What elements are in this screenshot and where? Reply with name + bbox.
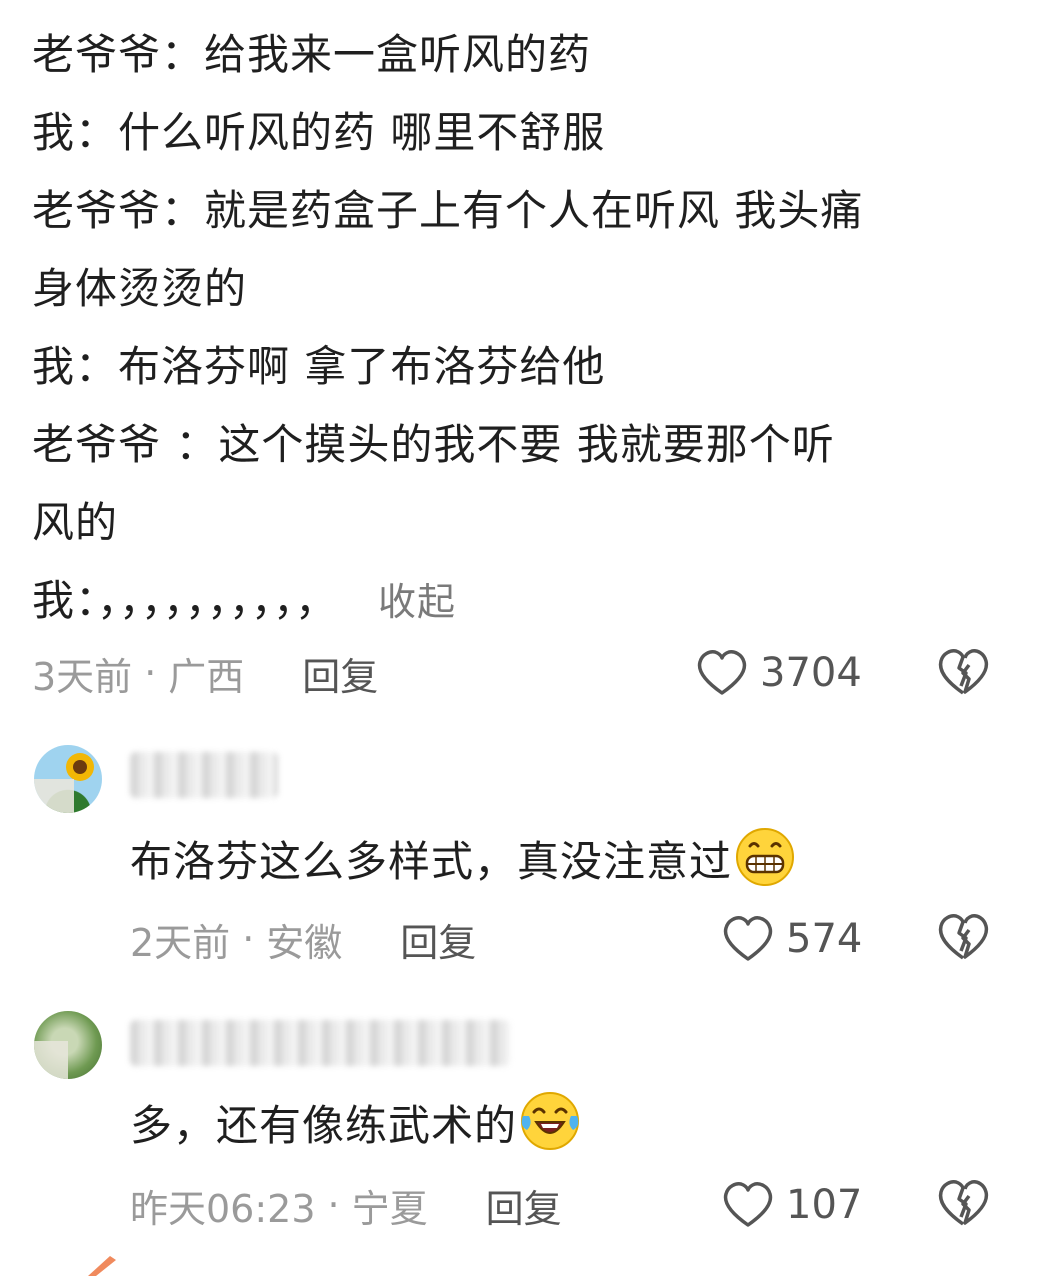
like-count: 107 bbox=[786, 1182, 863, 1228]
reply-text-content: 布洛芬这么多样式，真没注意过 bbox=[130, 837, 733, 886]
laugh-cry-emoji-icon bbox=[521, 1092, 580, 1150]
main-comment-meta: 3天前 · 广西 回复 bbox=[32, 643, 378, 703]
comment-line: 老爷爷：给我来一盒听风的药 bbox=[32, 30, 592, 79]
like-count: 3704 bbox=[760, 650, 862, 696]
reply-button[interactable]: 回复 bbox=[486, 1178, 562, 1233]
broken-heart-icon[interactable] bbox=[936, 646, 990, 698]
comment-line: 我：布洛芬啊 拿了布洛芬给他 bbox=[32, 342, 606, 391]
comment-location: 安徽 bbox=[266, 920, 343, 965]
comment-line: 身体烫烫的 bbox=[32, 264, 248, 313]
collapse-link[interactable]: 收起 bbox=[378, 580, 456, 624]
partial-avatar-fragment bbox=[88, 1256, 116, 1276]
like-button[interactable]: 574 bbox=[722, 909, 862, 969]
comment-line: 老爷爷 ：这个摸头的我不要 我就要那个听 bbox=[32, 420, 835, 469]
username-blurred[interactable] bbox=[130, 752, 278, 798]
broken-heart-icon[interactable] bbox=[936, 1177, 990, 1229]
reply-meta: 昨天06:23 · 宁夏 回复 bbox=[130, 1175, 562, 1235]
comment-line: 老爷爷：就是药盒子上有个人在听风 我头痛 bbox=[32, 186, 864, 235]
broken-heart-icon[interactable] bbox=[936, 911, 990, 963]
reply-button[interactable]: 回复 bbox=[400, 912, 476, 967]
like-button[interactable]: 107 bbox=[722, 1175, 862, 1235]
landscape-avatar-image bbox=[34, 1041, 68, 1079]
avatar[interactable] bbox=[34, 1011, 102, 1079]
reply-text: 多，还有像练武术的 bbox=[130, 1090, 581, 1153]
comment-time: 3天前 bbox=[32, 654, 133, 699]
heart-icon bbox=[723, 1182, 773, 1227]
comment-line: 我：什么听风的药 哪里不舒服 bbox=[32, 108, 606, 157]
reply-text-content: 多，还有像练武术的 bbox=[130, 1101, 518, 1150]
reply-button[interactable]: 回复 bbox=[302, 646, 378, 701]
comment-location: 广西 bbox=[168, 654, 245, 699]
comment-location: 宁夏 bbox=[351, 1186, 428, 1231]
avatar[interactable] bbox=[34, 745, 102, 813]
reply-meta: 2天前 · 安徽 回复 bbox=[130, 909, 476, 969]
comment-line: 风的 bbox=[32, 498, 119, 547]
comment-time: 2天前 bbox=[130, 920, 231, 965]
main-comment: 老爷爷：给我来一盒听风的药 我：什么听风的药 哪里不舒服 老爷爷：就是药盒子上有… bbox=[32, 16, 1022, 641]
heart-icon bbox=[697, 650, 747, 695]
sunflower-avatar-image bbox=[34, 753, 94, 813]
meta-separator: · bbox=[242, 917, 255, 961]
comment-line-text: 我：，，，，，，，，，， bbox=[32, 576, 339, 625]
like-button[interactable]: 3704 bbox=[696, 643, 862, 703]
username-blurred[interactable] bbox=[130, 1020, 510, 1066]
reply-text: 布洛芬这么多样式，真没注意过 bbox=[130, 826, 796, 889]
comment-line-last: 我：，，，，，，，，，， 收起 bbox=[32, 562, 1022, 641]
meta-separator: · bbox=[144, 651, 157, 695]
comment-time: 昨天06:23 bbox=[130, 1186, 316, 1231]
meta-separator: · bbox=[327, 1183, 340, 1227]
heart-icon bbox=[723, 916, 773, 961]
like-count: 574 bbox=[786, 916, 863, 962]
grin-emoji-icon bbox=[736, 828, 795, 886]
